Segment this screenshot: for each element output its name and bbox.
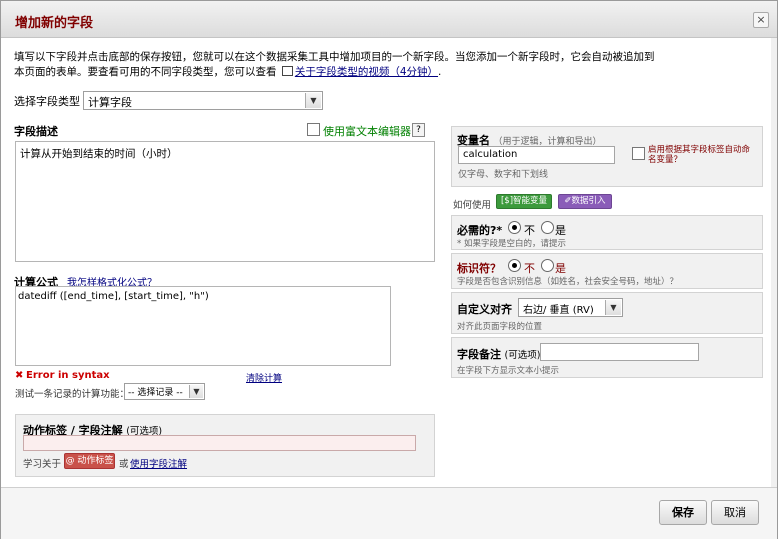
alignment-value: 右边/ 垂直 (RV) (523, 305, 594, 316)
smart-variables-icon: [$] (500, 196, 514, 206)
piping-button[interactable]: ✐数据引入 (558, 194, 612, 209)
field-types-video-link[interactable]: 关于字段类型的视频（4分钟） (295, 66, 438, 78)
formula-textarea[interactable]: datediff ([end_time], [start_time], "h") (15, 286, 391, 366)
auto-name-checkbox[interactable] (632, 147, 645, 160)
alignment-label: 自定义对齐 (457, 303, 512, 316)
formula-value: datediff ([end_time], [start_time], "h") (18, 291, 209, 302)
dialog-titlebar: 增加新的字段 × (1, 1, 777, 38)
field-desc-textarea[interactable]: 计算从开始到结束的时间（小时） (15, 141, 435, 262)
field-desc-value: 计算从开始到结束的时间（小时） (20, 148, 178, 160)
syntax-error-text: Error in syntax (26, 370, 110, 381)
alignment-select[interactable]: 右边/ 垂直 (RV) ▼ (518, 298, 623, 317)
required-yes-radio[interactable] (541, 221, 554, 234)
field-note-label: 字段备注 (457, 348, 501, 361)
add-field-dialog: 增加新的字段 × 填写以下字段并点击底部的保存按钮，您就可以在这个数据采集工具中… (0, 0, 778, 539)
intro-line-1: 填写以下字段并点击底部的保存按钮，您就可以在这个数据采集工具中增加项目的一个新字… (14, 51, 655, 63)
test-record-value: -- 选择记录 -- (128, 388, 183, 398)
intro-line-2-prefix: 本页面的表单。要查看可用的不同字段类型，您可以查看 (14, 66, 277, 78)
how-to-use-label: 如何使用 (453, 200, 492, 211)
clear-calc-link[interactable]: 清除计算 (246, 371, 282, 384)
required-yes-label: 是 (555, 224, 566, 237)
variable-input[interactable]: calculation (458, 146, 615, 164)
identifier-yes-radio[interactable] (541, 259, 554, 272)
variable-value: calculation (463, 149, 518, 160)
chevron-down-icon: ▼ (189, 385, 203, 398)
intro-line-2-suffix: . (438, 66, 442, 78)
field-note-panel: 字段备注 (可选项) 在字段下方显示文本小提示 (451, 337, 763, 378)
action-tags-button[interactable]: @ 动作标签 (64, 453, 115, 469)
field-type-label: 选择字段类型 (14, 95, 80, 108)
alignment-panel: 自定义对齐 右边/ 垂直 (RV) ▼ 对齐此页面字段的位置 (451, 292, 763, 334)
required-no-label: 不 (524, 224, 535, 237)
test-record-select[interactable]: -- 选择记录 -- ▼ (124, 383, 205, 400)
required-panel: 必需的?* 不 是 * 如果字段是空白的，请提示 (451, 215, 763, 250)
variable-note: 仅字母、数字和下划线 (458, 170, 549, 180)
identifier-yes-label: 是 (555, 262, 566, 275)
field-note-note: 在字段下方显示文本小提示 (457, 366, 560, 376)
rich-text-checkbox[interactable] (307, 123, 320, 136)
help-icon[interactable]: ? (412, 123, 425, 137)
required-no-radio[interactable] (508, 221, 521, 234)
field-note-input[interactable] (540, 343, 699, 361)
action-tags-panel: 动作标签 / 字段注解 (可选项) 学习关于 @ 动作标签 或 使用字段注解 (15, 414, 435, 477)
chevron-down-icon: ▼ (605, 300, 621, 315)
alignment-note: 对齐此页面字段的位置 (457, 322, 543, 332)
piping-label: 数据引入 (571, 196, 606, 206)
test-record-label: 测试一条记录的计算功能： (15, 389, 130, 400)
field-note-heading: 字段备注 (可选项) (457, 346, 540, 362)
save-button[interactable]: 保存 (659, 500, 707, 525)
pencil-icon: ✐ (564, 196, 572, 206)
identifier-label: 标识符？ (457, 262, 501, 275)
learn-about-text: 学习关于 (23, 459, 62, 470)
dialog-footer: 保存 取消 (1, 487, 777, 539)
dialog-title: 增加新的字段 (15, 16, 94, 31)
smart-variables-label: 智能变量 (513, 196, 548, 206)
identifier-note: 字段是否包含识别信息（如姓名，社会安全号码，地址）？ (457, 277, 679, 287)
field-note-optional: (可选项) (504, 350, 541, 361)
intro-line-2: 本页面的表单。要查看可用的不同字段类型，您可以查看 关于字段类型的视频（4分钟）… (14, 64, 441, 79)
chevron-down-icon: ▼ (305, 93, 321, 108)
rich-text-label[interactable]: 使用富文本编辑器 (323, 123, 411, 139)
field-annotation-link[interactable]: 使用字段注解 (130, 456, 187, 470)
auto-name-label[interactable]: 启用根据其字段标签自动命名变量？ (648, 145, 758, 165)
field-type-select[interactable]: 计算字段 ▼ (83, 91, 323, 110)
error-icon: ✖ (15, 370, 24, 381)
video-icon (281, 66, 293, 76)
action-tags-input[interactable] (23, 435, 416, 451)
identifier-panel: 标识符？ 不 是 字段是否包含识别信息（如姓名，社会安全号码，地址）？ (451, 253, 763, 289)
field-type-value: 计算字段 (88, 96, 132, 109)
or-text: 或 (119, 459, 129, 470)
identifier-no-label: 不 (524, 262, 535, 275)
vertical-scrollbar[interactable] (771, 38, 777, 487)
field-desc-label: 字段描述 (14, 125, 58, 138)
variable-panel: 变量名 （用于逻辑，计算和导出） calculation 仅字母、数字和下划线 … (451, 126, 763, 187)
smart-variables-button[interactable]: [$]智能变量 (496, 194, 552, 209)
close-button[interactable]: × (753, 12, 769, 28)
required-note: * 如果字段是空白的，请提示 (457, 239, 566, 249)
cancel-button[interactable]: 取消 (711, 500, 759, 525)
required-label: 必需的?* (457, 224, 503, 237)
identifier-no-radio[interactable] (508, 259, 521, 272)
